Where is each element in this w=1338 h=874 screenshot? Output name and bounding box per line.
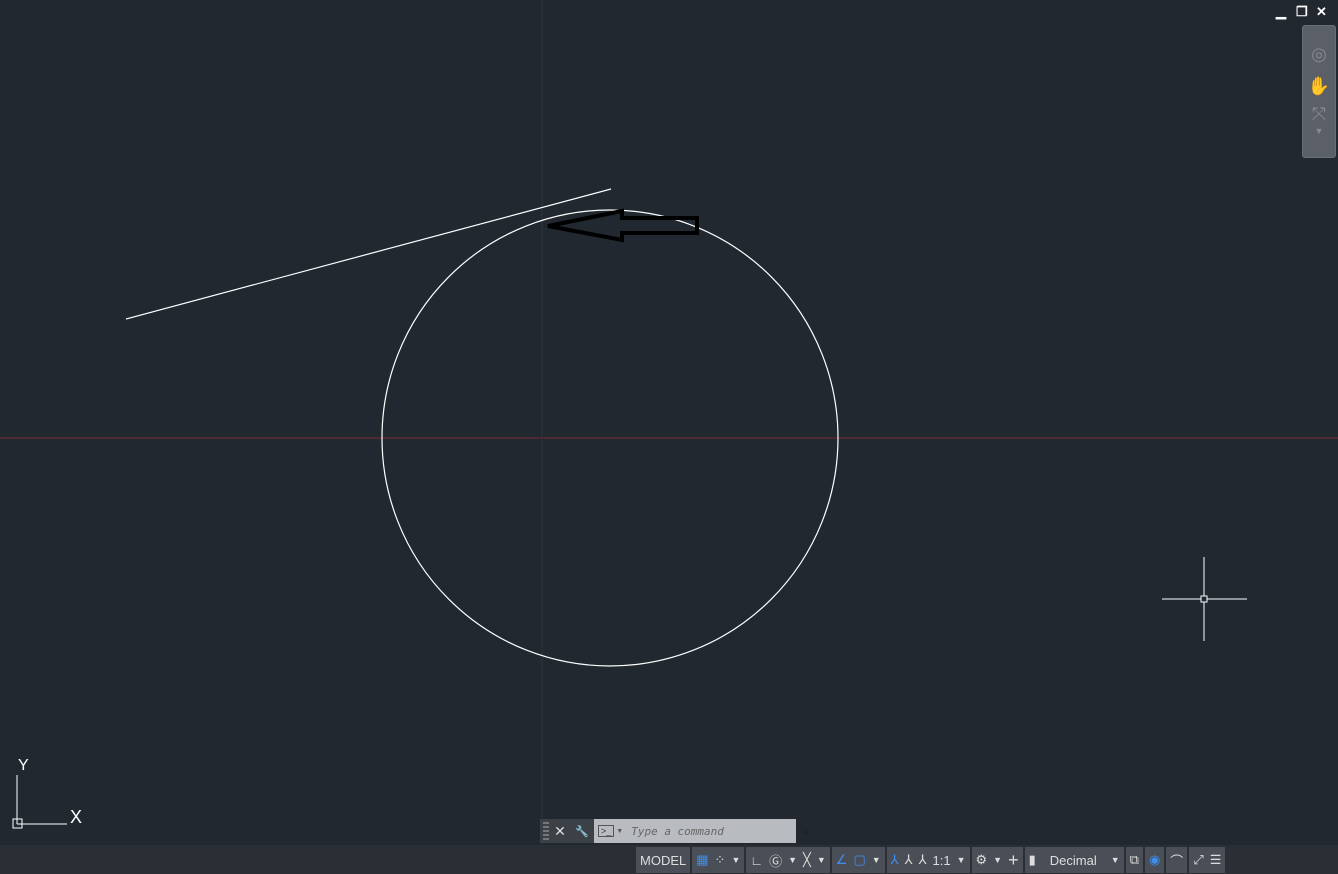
object-snap-icon[interactable]: ▢: [853, 852, 865, 868]
hardware-acceleration-icon[interactable]: ⌒: [1170, 851, 1183, 870]
snap-icon[interactable]: ⁘: [715, 852, 726, 868]
chevron-down-icon[interactable]: ▼: [616, 828, 623, 835]
object-snap-tracking-icon[interactable]: ∠: [836, 852, 848, 868]
chevron-down-icon[interactable]: ▼: [1303, 126, 1335, 136]
chevron-down-icon[interactable]: ▼: [788, 855, 797, 865]
status-bar: MODEL ▦ ⁘ ▼ ∟ Ⓖ ▼ ╳ ▼ ∠ ▢ ▼ ⅄ ⅄ ⅄ 1:1 ▼ ⚙ ▼ + ▮ Decimal…: [0, 845, 1338, 874]
command-input[interactable]: [629, 823, 780, 839]
prompt-icon[interactable]: >_: [598, 825, 615, 837]
command-line: ✕ 🔧 >_ ▼ ▲: [540, 819, 810, 843]
steering-wheel-icon[interactable]: ◎: [1303, 44, 1335, 65]
chevron-down-icon[interactable]: ▼: [957, 855, 966, 865]
model-space-button[interactable]: MODEL: [640, 853, 686, 868]
workspace-gear-icon[interactable]: ⚙: [976, 852, 988, 868]
isodraft-icon[interactable]: ╳: [803, 852, 811, 868]
chevron-down-icon[interactable]: ▼: [731, 855, 740, 865]
units-icon: ▮: [1028, 852, 1036, 867]
crosshair-cursor: [1162, 557, 1247, 641]
line-entity[interactable]: [125, 188, 612, 320]
minimize-button[interactable]: ▁: [1276, 4, 1286, 20]
restore-button[interactable]: ❐: [1296, 4, 1308, 20]
clean-screen-icon[interactable]: ⤢: [1193, 852, 1203, 868]
ucs-icon: [12, 775, 67, 829]
zoom-extents-icon[interactable]: ⤧: [1303, 104, 1335, 125]
annotation-scale-icon[interactable]: ⅄: [919, 852, 927, 868]
expand-history-icon[interactable]: ▲: [801, 826, 810, 836]
chevron-down-icon[interactable]: ▼: [1111, 855, 1120, 865]
wrench-icon[interactable]: 🔧: [571, 825, 593, 838]
navigation-bar: ◎ ✋ ⤧ ▼: [1302, 25, 1336, 158]
polar-icon[interactable]: Ⓖ: [769, 851, 782, 870]
chevron-down-icon[interactable]: ▼: [817, 855, 826, 865]
ucs-x-label: X: [70, 807, 82, 827]
grid-icon[interactable]: ▦: [696, 852, 708, 868]
autoscale-icon[interactable]: ⅄: [905, 852, 913, 868]
units-dropdown[interactable]: Decimal: [1050, 853, 1097, 868]
isolate-icon[interactable]: ◉: [1149, 852, 1160, 868]
annotation-visibility-icon[interactable]: ⅄: [891, 852, 899, 868]
pan-hand-icon[interactable]: ✋: [1303, 76, 1335, 97]
annotation-monitor-icon[interactable]: +: [1008, 850, 1019, 871]
quick-properties-icon[interactable]: ⧉: [1130, 852, 1139, 868]
drawing-canvas[interactable]: X Y: [0, 0, 1338, 845]
scale-dropdown[interactable]: 1:1: [933, 853, 951, 868]
close-icon[interactable]: ✕: [549, 823, 571, 840]
chevron-down-icon[interactable]: ▼: [872, 855, 881, 865]
close-button[interactable]: ✕: [1316, 4, 1327, 20]
arrow-annotation: [547, 208, 699, 243]
chevron-down-icon[interactable]: ▼: [993, 855, 1002, 865]
ortho-icon[interactable]: ∟: [750, 853, 763, 868]
ucs-y-label: Y: [18, 757, 29, 774]
customize-icon[interactable]: ☰: [1210, 852, 1222, 868]
